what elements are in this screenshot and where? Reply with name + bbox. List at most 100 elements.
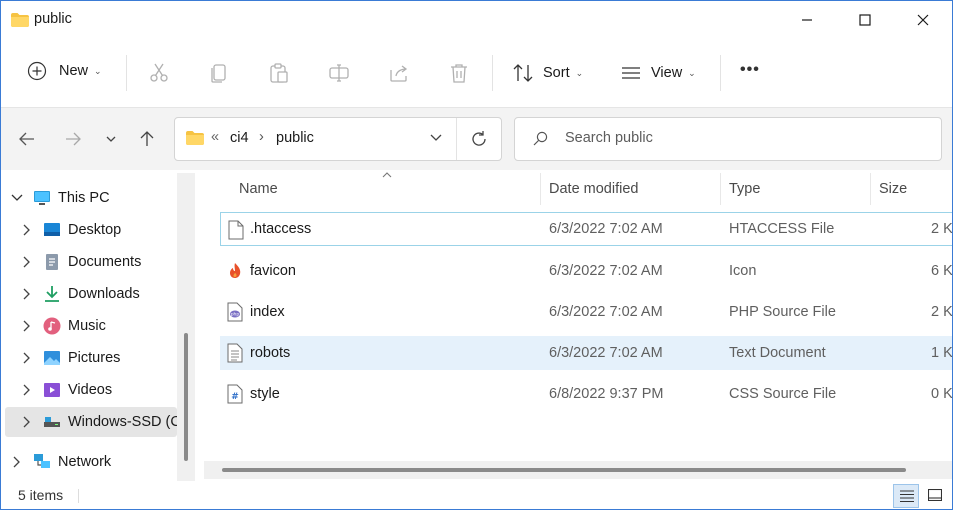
nav-item-videos[interactable]: Videos bbox=[1, 375, 197, 405]
share-icon[interactable] bbox=[388, 62, 410, 84]
search-placeholder[interactable]: Search public bbox=[565, 130, 653, 146]
close-icon bbox=[917, 14, 929, 26]
breadcrumb-public[interactable]: public bbox=[276, 130, 314, 146]
breadcrumb-separator: › bbox=[259, 129, 264, 145]
nav-item-desktop[interactable]: Desktop bbox=[1, 215, 197, 245]
paste-icon[interactable] bbox=[268, 62, 290, 84]
file-row[interactable]: .htaccess 6/3/2022 7:02 AM HTACCESS File… bbox=[220, 212, 953, 246]
view-label: View bbox=[651, 65, 683, 81]
minimize-icon bbox=[802, 19, 812, 21]
address-bar[interactable]: « ci4 › public bbox=[174, 117, 502, 161]
sort-button[interactable]: Sort ⌄ bbox=[512, 63, 583, 83]
back-button[interactable] bbox=[13, 125, 41, 153]
divider bbox=[720, 55, 721, 91]
column-header-size[interactable]: Size bbox=[879, 181, 907, 197]
details-view-button[interactable] bbox=[893, 484, 919, 508]
chevron-down-icon[interactable] bbox=[11, 194, 23, 202]
nav-item-this-pc[interactable]: This PC bbox=[1, 183, 197, 213]
search-box[interactable]: Search public bbox=[514, 117, 942, 161]
chevron-right-icon[interactable] bbox=[23, 320, 31, 332]
recent-locations-button[interactable] bbox=[97, 125, 125, 153]
breadcrumb-overflow[interactable]: « bbox=[211, 129, 219, 145]
column-header-name[interactable]: Name bbox=[239, 181, 278, 197]
nav-item-windows-ssd[interactable]: Windows-SSD (C bbox=[5, 407, 177, 437]
nav-item-pictures[interactable]: Pictures bbox=[1, 343, 197, 373]
column-divider[interactable] bbox=[540, 173, 541, 205]
file-size: 2 K bbox=[931, 221, 953, 237]
new-label: New bbox=[59, 63, 89, 79]
sort-ascending-icon bbox=[382, 172, 392, 178]
column-header-type[interactable]: Type bbox=[729, 181, 760, 197]
nav-item-downloads[interactable]: Downloads bbox=[1, 279, 197, 309]
search-icon bbox=[533, 131, 548, 146]
file-name: favicon bbox=[250, 263, 296, 279]
nav-item-network[interactable]: Network bbox=[1, 447, 197, 477]
divider bbox=[456, 118, 457, 160]
nav-item-documents[interactable]: Documents bbox=[1, 247, 197, 277]
tiles-view-icon bbox=[928, 489, 942, 501]
new-button[interactable]: New ⌄ bbox=[27, 61, 102, 81]
horizontal-scrollbar[interactable] bbox=[204, 461, 952, 479]
more-icon: ••• bbox=[740, 61, 760, 78]
music-icon bbox=[43, 317, 61, 335]
view-button[interactable]: View ⌄ bbox=[620, 63, 696, 83]
file-size: 0 K bbox=[931, 386, 953, 402]
column-divider[interactable] bbox=[720, 173, 721, 205]
copy-icon[interactable] bbox=[208, 62, 230, 84]
videos-icon bbox=[44, 383, 60, 397]
column-header-date-modified[interactable]: Date modified bbox=[549, 181, 638, 197]
minimize-button[interactable] bbox=[778, 1, 836, 39]
column-divider[interactable] bbox=[870, 173, 871, 205]
chevron-right-icon[interactable] bbox=[23, 352, 31, 364]
file-date: 6/3/2022 7:02 AM bbox=[549, 345, 663, 361]
network-icon bbox=[34, 454, 50, 468]
file-date: 6/3/2022 7:02 AM bbox=[549, 304, 663, 320]
css-file-icon: # bbox=[227, 384, 243, 404]
chevron-right-icon[interactable] bbox=[23, 288, 31, 300]
close-button[interactable] bbox=[894, 1, 952, 39]
nav-scrollbar-thumb[interactable] bbox=[184, 333, 188, 461]
refresh-icon[interactable] bbox=[470, 130, 488, 148]
arrow-right-icon bbox=[66, 132, 81, 146]
chevron-right-icon[interactable] bbox=[23, 256, 31, 268]
arrow-left-icon bbox=[19, 132, 34, 146]
nav-label: Windows-SSD (C bbox=[68, 414, 177, 430]
chevron-down-icon: ⌄ bbox=[688, 67, 696, 78]
file-row[interactable]: # style 6/8/2022 9:37 PM CSS Source File… bbox=[220, 377, 953, 411]
php-icon: php bbox=[227, 302, 243, 322]
documents-icon bbox=[46, 254, 58, 270]
file-row[interactable]: favicon 6/3/2022 7:02 AM Icon 6 K bbox=[220, 254, 952, 288]
command-bar: New ⌄ Sort ⌄ View ⌄ ••• bbox=[1, 39, 952, 108]
file-row[interactable]: php index 6/3/2022 7:02 AM PHP Source Fi… bbox=[220, 295, 952, 329]
rename-icon[interactable] bbox=[328, 62, 350, 84]
nav-item-music[interactable]: Music bbox=[1, 311, 197, 341]
forward-button[interactable] bbox=[59, 125, 87, 153]
tiles-view-button[interactable] bbox=[922, 484, 948, 508]
up-button[interactable] bbox=[133, 125, 161, 153]
chevron-right-icon[interactable] bbox=[13, 456, 21, 468]
file-date: 6/3/2022 7:02 AM bbox=[549, 221, 663, 237]
file-type: Text Document bbox=[729, 345, 826, 361]
folder-icon bbox=[186, 131, 204, 145]
chevron-down-icon[interactable] bbox=[430, 134, 442, 142]
chevron-right-icon[interactable] bbox=[23, 416, 31, 428]
delete-icon[interactable] bbox=[448, 62, 470, 84]
address-row: « ci4 › public Search public bbox=[1, 108, 952, 170]
nav-label: Downloads bbox=[68, 286, 140, 302]
horizontal-scrollbar-thumb[interactable] bbox=[222, 468, 906, 472]
chevron-right-icon[interactable] bbox=[23, 224, 31, 236]
nav-scrollbar[interactable] bbox=[177, 173, 195, 481]
arrow-up-icon bbox=[140, 131, 154, 146]
nav-label: Desktop bbox=[68, 222, 122, 238]
nav-label: Pictures bbox=[68, 350, 121, 366]
file-row[interactable]: robots 6/3/2022 7:02 AM Text Document 1 … bbox=[220, 336, 952, 370]
title-bar: public bbox=[1, 1, 952, 39]
chevron-right-icon[interactable] bbox=[23, 384, 31, 396]
breadcrumb-ci4[interactable]: ci4 bbox=[230, 130, 249, 146]
maximize-button[interactable] bbox=[836, 1, 894, 39]
file-type: CSS Source File bbox=[729, 386, 837, 402]
more-options-button[interactable]: ••• bbox=[740, 61, 760, 79]
divider bbox=[126, 55, 127, 91]
cut-icon[interactable] bbox=[148, 62, 170, 84]
chevron-down-icon bbox=[106, 136, 116, 142]
